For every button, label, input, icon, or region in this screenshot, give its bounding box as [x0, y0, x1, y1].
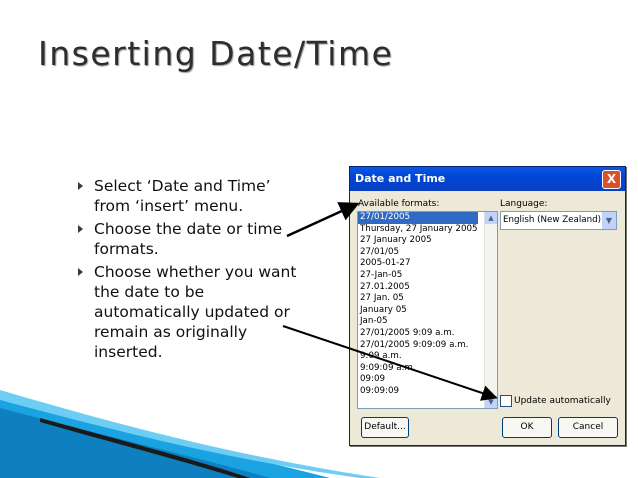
annotation-arrows	[282, 202, 498, 401]
arrow-to-update-checkbox	[282, 325, 498, 401]
arrow-to-formats	[286, 202, 360, 238]
